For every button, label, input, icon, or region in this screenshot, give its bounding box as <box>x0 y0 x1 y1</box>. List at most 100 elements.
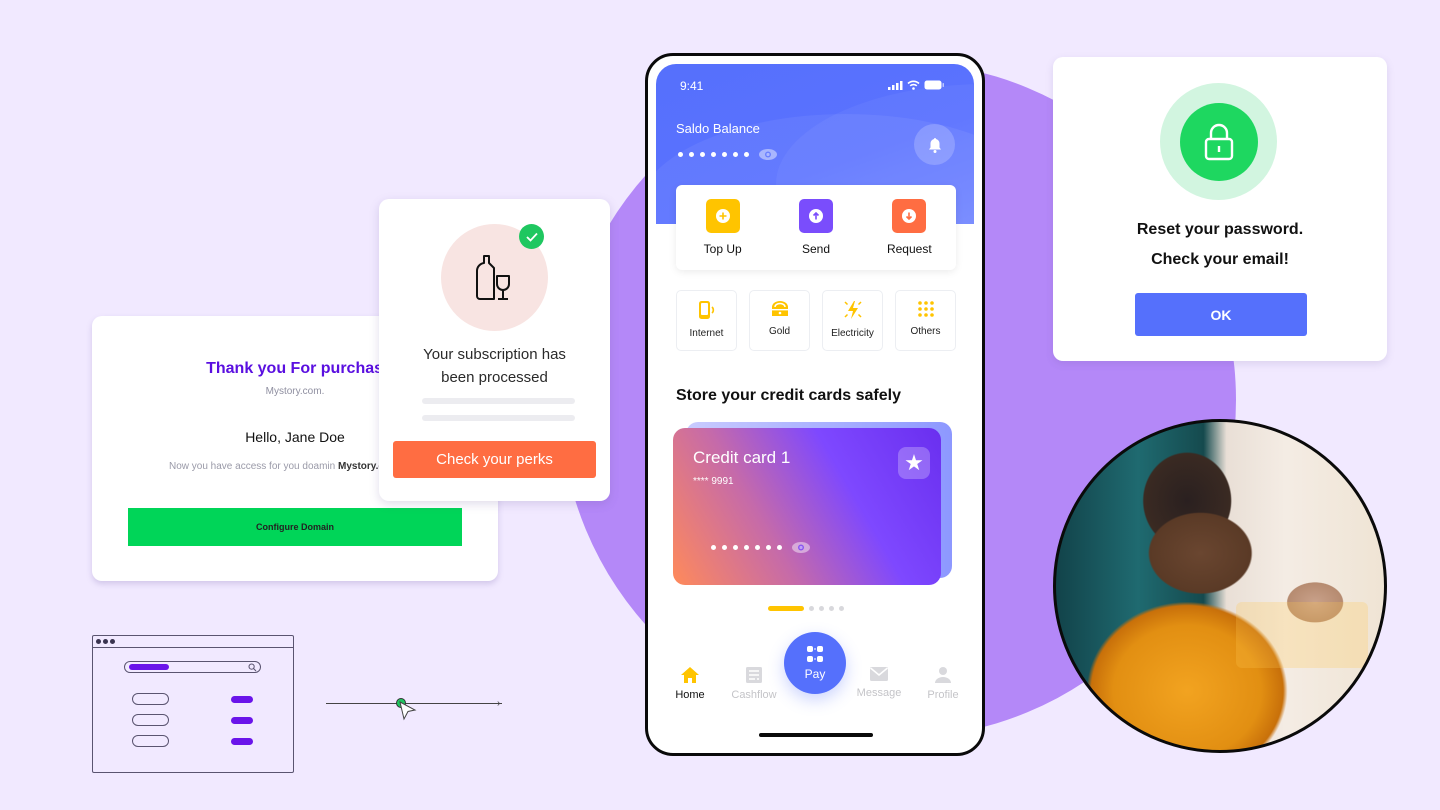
credit-card[interactable]: Credit card 1 **** 9991 ★ <box>673 428 941 585</box>
nav-label: Home <box>675 689 705 701</box>
star-icon[interactable]: ★ <box>898 447 930 479</box>
browser-wireframe <box>92 635 294 773</box>
access-text: Now you have access for you doamin Mysto… <box>169 461 399 472</box>
scan-qr-icon <box>807 646 823 662</box>
balance-label: Saldo Balance <box>676 121 760 136</box>
nav-profile[interactable]: Profile <box>908 666 978 701</box>
wireframe-tag <box>231 738 253 745</box>
configure-domain-button[interactable]: Configure Domain <box>128 508 462 546</box>
wireframe-titlebar <box>93 636 293 648</box>
placeholder-line <box>422 415 575 421</box>
wireframe-search <box>124 661 261 673</box>
pay-button[interactable]: Pay <box>784 632 846 694</box>
lock-icon-inner <box>1179 102 1258 181</box>
plus-circle-icon <box>705 199 740 233</box>
arrow-up-circle-icon <box>798 199 833 233</box>
grid-dots-icon <box>917 301 934 317</box>
nav-home[interactable]: Home <box>655 666 725 701</box>
card-pager <box>768 606 844 611</box>
action-label: Request <box>886 242 932 256</box>
reset-message-line1: Reset your password. <box>1136 221 1304 238</box>
wifi-icon <box>907 80 920 90</box>
lightning-icon <box>843 301 862 319</box>
nav-message[interactable]: Message <box>844 666 914 699</box>
access-text-body: Now you have access for you doamin <box>169 461 338 472</box>
cards-section-title: Store your credit cards safely <box>676 387 901 404</box>
arrow-down-circle-icon <box>892 199 927 233</box>
user-icon <box>935 667 951 683</box>
subscription-card: Your subscription has been processed Che… <box>379 199 610 501</box>
home-icon <box>681 667 699 683</box>
subscription-message: Your subscription has been processed <box>379 343 610 389</box>
bell-icon <box>928 137 941 153</box>
action-top-up[interactable]: Top Up <box>683 199 763 270</box>
subscription-message-line1: Your subscription has <box>423 346 566 363</box>
window-dot <box>96 639 101 644</box>
cursor-icon <box>399 701 417 721</box>
card-masked <box>711 541 811 554</box>
reset-message-line2: Check your email! <box>1151 251 1289 268</box>
receipt-icon <box>746 667 762 683</box>
lock-icon-outer <box>1160 83 1277 200</box>
signal-icon <box>888 81 903 90</box>
status-icons <box>888 80 944 90</box>
pager-dot[interactable] <box>839 606 844 611</box>
wireframe-pill <box>132 735 169 747</box>
action-send[interactable]: Send <box>776 199 856 270</box>
check-perks-button[interactable]: Check your perks <box>393 441 596 478</box>
bottle-glass-icon <box>475 254 510 300</box>
service-label: Electricity <box>831 328 874 339</box>
window-dot <box>110 639 115 644</box>
nav-cashflow[interactable]: Cashflow <box>719 666 789 701</box>
check-icon <box>519 224 544 249</box>
service-label: Internet <box>689 328 724 339</box>
mail-icon <box>869 667 889 681</box>
service-internet[interactable]: Internet <box>676 290 737 351</box>
card-number: **** 9991 <box>693 476 734 487</box>
pager-dot[interactable] <box>819 606 824 611</box>
gold-icon <box>771 301 788 316</box>
wireframe-tag <box>231 696 253 703</box>
service-label: Others <box>910 326 941 337</box>
pay-label: Pay <box>804 667 826 681</box>
wireframe-pill <box>132 693 169 705</box>
service-gold[interactable]: Gold <box>749 290 810 351</box>
wireframe-tag <box>231 717 253 724</box>
home-indicator <box>759 733 873 737</box>
pager-dot[interactable] <box>829 606 834 611</box>
placeholder-line <box>422 398 575 404</box>
status-time: 9:41 <box>680 79 704 93</box>
eye-icon[interactable] <box>758 148 778 161</box>
lock-icon <box>1204 123 1233 160</box>
nav-label: Profile <box>927 689 959 701</box>
nav-label: Message <box>856 687 902 699</box>
services-grid: Internet Gold Electricity Others <box>676 290 956 351</box>
reset-password-card: Reset your password. Check your email! O… <box>1053 57 1387 361</box>
wireframe-pill <box>132 714 169 726</box>
pager-dot[interactable] <box>809 606 814 611</box>
quick-actions: Top Up Send Request <box>676 185 956 270</box>
balance-masked <box>678 148 778 161</box>
service-others[interactable]: Others <box>895 290 956 351</box>
service-electricity[interactable]: Electricity <box>822 290 883 351</box>
photo-highlight <box>1236 602 1368 668</box>
card-name: Credit card 1 <box>693 448 791 467</box>
action-label: Send <box>801 242 830 256</box>
notification-button[interactable] <box>914 124 955 165</box>
eye-icon[interactable] <box>791 541 811 554</box>
nav-label: Cashflow <box>731 689 777 701</box>
pager-dot-active[interactable] <box>768 606 804 611</box>
subscription-message-line2: been processed <box>441 369 548 386</box>
action-label: Top Up <box>703 242 742 256</box>
window-dot <box>103 639 108 644</box>
wireframe-search-fill <box>129 664 169 670</box>
action-request[interactable]: Request <box>869 199 949 270</box>
arrow-right-icon: › <box>497 698 501 709</box>
ok-button[interactable]: OK <box>1135 293 1307 336</box>
service-label: Gold <box>768 326 791 337</box>
person-with-phone-photo <box>1053 419 1387 753</box>
search-icon <box>248 663 257 672</box>
phone-mockup: 9:41 Saldo Balance Top Up Send Request I… <box>645 53 985 756</box>
battery-icon <box>924 80 944 90</box>
phone-signal-icon <box>698 301 714 319</box>
